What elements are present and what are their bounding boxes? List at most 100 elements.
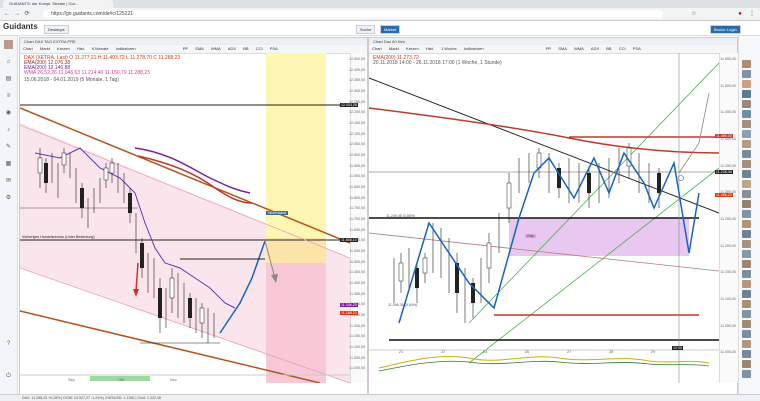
search-button[interactable]: Suche bbox=[356, 25, 376, 34]
bookmark-star-icon[interactable]: ☆ bbox=[690, 10, 698, 18]
reload-icon[interactable]: ⟳ bbox=[23, 10, 31, 18]
r-tool-hist[interactable]: Hist. bbox=[423, 45, 437, 53]
tool-wma[interactable]: WMA bbox=[208, 45, 224, 53]
watchlist-avatar[interactable] bbox=[742, 170, 751, 178]
price-tag-11346: 11.346,25 bbox=[340, 303, 358, 307]
tool-cci[interactable]: CCI bbox=[253, 45, 266, 53]
tool-bb[interactable]: BB bbox=[240, 45, 251, 53]
watchlist-avatar[interactable] bbox=[742, 120, 751, 128]
menu-icon[interactable]: ⋮ bbox=[748, 10, 756, 18]
watchlist-avatar[interactable] bbox=[742, 160, 751, 168]
browser-tab[interactable]: GUIDANTS: der Kompl. Stream | Gui... bbox=[3, 0, 113, 8]
chart-icon[interactable]: ▤ bbox=[4, 75, 13, 84]
r-tool-bb[interactable]: BB bbox=[603, 45, 614, 53]
pen-icon[interactable]: ✎ bbox=[4, 143, 13, 152]
watchlist-avatar[interactable] bbox=[742, 90, 751, 98]
profile-avatar-icon[interactable]: ● bbox=[736, 10, 744, 18]
home-icon[interactable]: ⌂ bbox=[4, 58, 13, 67]
watchlist-avatar[interactable] bbox=[742, 250, 751, 258]
watchlist-avatar[interactable] bbox=[742, 60, 751, 68]
tool-psa[interactable]: PSA bbox=[267, 45, 281, 53]
tool-adx[interactable]: ADX bbox=[225, 45, 239, 53]
watchlist-avatar[interactable] bbox=[742, 180, 751, 188]
watchlist-avatar[interactable] bbox=[742, 210, 751, 218]
r-tool-psa[interactable]: PSA bbox=[630, 45, 644, 53]
r-tool-sma[interactable]: SMA bbox=[555, 45, 570, 53]
watchlist-avatar[interactable] bbox=[742, 330, 751, 338]
r-tool-markt[interactable]: Markt bbox=[386, 45, 402, 53]
url-field[interactable]: https://go.guidants.com/de#c/125221 bbox=[43, 10, 663, 18]
watchlist-avatar[interactable] bbox=[742, 70, 751, 78]
tool-kerzen[interactable]: Kerzen bbox=[54, 45, 73, 53]
watchlist-avatar[interactable] bbox=[742, 290, 751, 298]
r-tool-wma[interactable]: WMA bbox=[571, 45, 587, 53]
watchlist-avatar[interactable] bbox=[742, 260, 751, 268]
tool-markt[interactable]: Markt bbox=[37, 45, 53, 53]
bell-icon[interactable]: ♪ bbox=[4, 126, 13, 135]
x-label-okt: Okt bbox=[118, 378, 124, 382]
help-icon[interactable]: ? bbox=[4, 340, 13, 349]
watchlist-avatar[interactable] bbox=[742, 230, 751, 238]
watchlist-avatar[interactable] bbox=[742, 110, 751, 118]
left-price-label: 12.300,00 bbox=[349, 89, 365, 93]
left-chart-canvas[interactable] bbox=[20, 53, 350, 383]
left-price-label: 12.200,00 bbox=[349, 110, 365, 115]
watchlist-avatar[interactable] bbox=[742, 200, 751, 208]
r-tool-period[interactable]: 1 Woche bbox=[438, 45, 460, 53]
watchlist-avatar[interactable] bbox=[742, 150, 751, 158]
watchlist-avatar[interactable] bbox=[742, 100, 751, 108]
back-icon[interactable]: ← bbox=[3, 10, 11, 18]
watchlist-avatar[interactable] bbox=[742, 370, 751, 378]
watchlist-avatar[interactable] bbox=[742, 320, 751, 328]
watchlist-avatar[interactable] bbox=[742, 190, 751, 198]
tool-chart[interactable]: Chart bbox=[20, 45, 36, 53]
broker-login-button[interactable]: Broker Login bbox=[710, 25, 741, 34]
eye-icon[interactable]: ◉ bbox=[4, 109, 13, 118]
settings-icon[interactable]: ⚙ bbox=[4, 194, 13, 203]
left-price-label: 11.000,00 bbox=[349, 366, 365, 371]
watchlist-avatar[interactable] bbox=[742, 300, 751, 308]
right-price-label: 11.100,00 bbox=[720, 297, 736, 301]
left-legend: DAX (XETRA, Last) O 11.277,21 H 11.403,7… bbox=[24, 56, 180, 83]
r-annotation-level: 11.239,45 (0,85%) bbox=[386, 214, 416, 218]
left-price-label: 12.100,00 bbox=[349, 131, 365, 136]
right-price-label: 11.200,00 bbox=[720, 243, 736, 248]
mail-icon[interactable]: ✉ bbox=[4, 177, 13, 186]
left-price-label: 12.500,00 bbox=[349, 57, 365, 61]
logout-icon[interactable]: ⏻ bbox=[4, 372, 13, 381]
market-button[interactable]: Market bbox=[380, 25, 401, 34]
watchlist-avatar[interactable] bbox=[742, 240, 751, 248]
r-tool-indicators[interactable]: Indikatoren bbox=[461, 45, 487, 53]
r-tool-pp[interactable]: PP bbox=[543, 45, 554, 53]
watchlist-avatar[interactable] bbox=[742, 80, 751, 88]
tool-sma[interactable]: SMA bbox=[192, 45, 207, 53]
watchlist-avatar[interactable] bbox=[742, 340, 751, 348]
tool-indicators[interactable]: Indikatoren bbox=[113, 45, 139, 53]
watchlist-avatar[interactable] bbox=[742, 130, 751, 138]
watchlist-avatar[interactable] bbox=[742, 270, 751, 278]
r-tool-kerzen[interactable]: Kerzen bbox=[403, 45, 422, 53]
right-price-axis-labels: 11.550,00 11.500,00 11.450,00 11.400,00 11.3… bbox=[719, 53, 737, 383]
tool-hist[interactable]: Hist. bbox=[74, 45, 88, 53]
right-chart-canvas[interactable] bbox=[369, 53, 719, 383]
forward-icon[interactable]: → bbox=[13, 10, 21, 18]
r-tool-cci[interactable]: CCI bbox=[616, 45, 629, 53]
watchlist-avatar[interactable] bbox=[742, 280, 751, 288]
left-price-label: 11.750,00 bbox=[349, 206, 365, 211]
r-tool-chart[interactable]: Chart bbox=[369, 45, 385, 53]
watchlist-avatar[interactable] bbox=[742, 310, 751, 318]
watchlist-avatar[interactable] bbox=[742, 360, 751, 368]
user-avatar[interactable] bbox=[4, 40, 13, 49]
list-icon[interactable]: ≡ bbox=[4, 92, 13, 101]
watchlist-avatar[interactable] bbox=[742, 350, 751, 358]
right-price-label: 11.050,00 bbox=[720, 323, 736, 328]
desktops-tab[interactable]: Desktops bbox=[44, 25, 69, 34]
left-price-label: 11.450,00 bbox=[349, 270, 365, 275]
tool-pp[interactable]: PP bbox=[180, 45, 191, 53]
watchlist-avatar[interactable] bbox=[742, 220, 751, 228]
watchlist-avatar[interactable] bbox=[742, 140, 751, 148]
tool-period[interactable]: 6 Monate bbox=[89, 45, 112, 53]
r-tool-adx[interactable]: ADX bbox=[588, 45, 602, 53]
price-tag-11808: 11.808,10 bbox=[340, 238, 358, 242]
grid-icon[interactable]: ▦ bbox=[4, 160, 13, 169]
